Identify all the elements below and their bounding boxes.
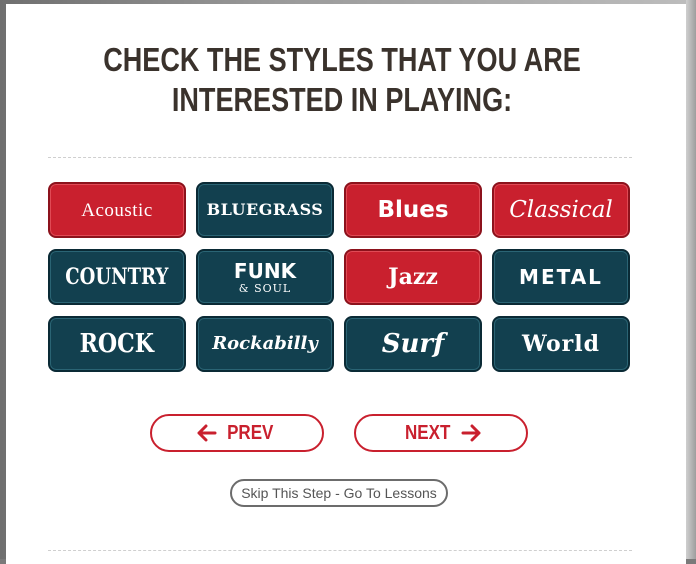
style-option-classical[interactable]: Classical xyxy=(492,182,630,238)
style-label: Jazz xyxy=(388,264,438,290)
style-label: Blues xyxy=(377,196,449,223)
arrow-right-icon xyxy=(461,424,481,442)
style-label: BLUEGRASS xyxy=(206,200,324,219)
skip-step-button[interactable]: Skip This Step - Go To Lessons xyxy=(230,479,448,507)
style-option-funk-soul[interactable]: FUNK & SOUL xyxy=(196,249,334,305)
skip-step-label: Skip This Step - Go To Lessons xyxy=(241,485,437,501)
next-button[interactable]: NEXT xyxy=(354,414,528,452)
style-option-world[interactable]: World xyxy=(492,316,630,372)
style-option-rockabilly[interactable]: Rockabilly xyxy=(196,316,334,372)
style-label: World xyxy=(522,331,600,357)
arrow-left-icon xyxy=(197,424,217,442)
style-option-country[interactable]: COUNTRY xyxy=(48,249,186,305)
style-label-group: FUNK & SOUL xyxy=(234,261,296,294)
style-label: Classical xyxy=(509,196,613,223)
page-title-line-2: INTERESTED IN PLAYING: xyxy=(171,81,513,118)
style-label: Surf xyxy=(381,329,445,359)
style-option-bluegrass[interactable]: BLUEGRASS xyxy=(196,182,334,238)
next-label: NEXT xyxy=(405,421,451,444)
background-page-edge xyxy=(686,0,696,559)
style-label: METAL xyxy=(519,265,603,289)
prev-label: PREV xyxy=(226,421,274,444)
style-option-surf[interactable]: Surf xyxy=(344,316,482,372)
style-sublabel: & SOUL xyxy=(238,281,292,295)
prev-button[interactable]: PREV xyxy=(150,414,324,452)
page-title: CHECK THE STYLES THAT YOU ARE INTERESTED… xyxy=(57,40,628,120)
style-label: ROCK xyxy=(79,329,155,359)
style-label: Acoustic xyxy=(81,199,153,221)
divider-bottom xyxy=(48,550,632,551)
style-option-blues[interactable]: Blues xyxy=(344,182,482,238)
style-label: COUNTRY xyxy=(65,264,169,290)
styles-grid: Acoustic BLUEGRASS Blues Classical COUNT… xyxy=(48,182,634,374)
style-option-jazz[interactable]: Jazz xyxy=(344,249,482,305)
style-option-acoustic[interactable]: Acoustic xyxy=(48,182,186,238)
style-option-metal[interactable]: METAL xyxy=(492,249,630,305)
style-label: Rockabilly xyxy=(212,333,318,354)
style-label: FUNK xyxy=(233,258,297,283)
style-option-rock[interactable]: ROCK xyxy=(48,316,186,372)
page-title-line-1: CHECK THE STYLES THAT YOU ARE xyxy=(103,41,581,78)
divider-top xyxy=(48,157,632,158)
